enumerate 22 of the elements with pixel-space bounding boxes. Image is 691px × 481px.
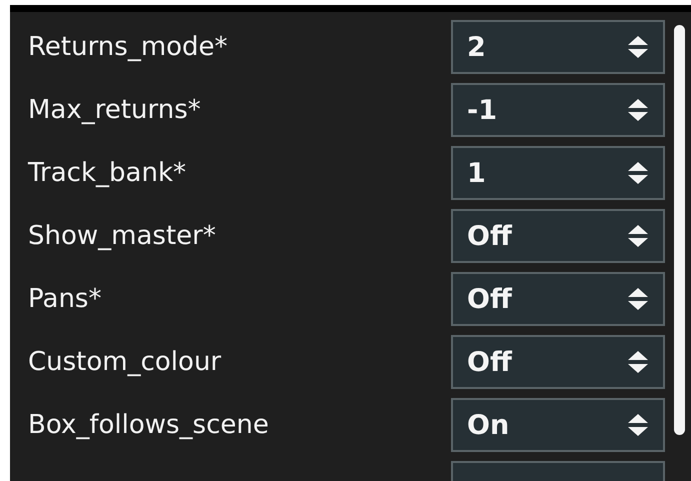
setting-label: Max_returns* <box>27 95 202 125</box>
up-down-arrows-icon <box>627 160 649 186</box>
dropdown-field[interactable]: 2 <box>451 20 665 74</box>
dropdown-field[interactable]: On <box>451 398 665 452</box>
up-down-arrows-icon <box>627 349 649 375</box>
up-down-arrows-icon <box>627 412 649 438</box>
dropdown-field[interactable]: 1 <box>451 146 665 200</box>
scrollbar-thumb[interactable] <box>674 25 685 435</box>
dropdown-field[interactable]: Off <box>451 209 665 263</box>
dropdown-field[interactable]: Off <box>451 272 665 326</box>
setting-label: Track_bank* <box>26 158 188 188</box>
setting-label: Pans* <box>27 284 102 314</box>
dropdown-field[interactable]: Off <box>451 335 665 389</box>
up-down-arrows-icon <box>627 223 649 249</box>
setting-label: Show_master* <box>27 221 217 251</box>
setting-label: Custom_colour <box>27 347 222 377</box>
up-down-arrows-icon <box>627 34 649 60</box>
up-down-arrows-icon <box>627 286 649 312</box>
up-down-arrows-icon <box>627 97 649 123</box>
setting-label: Returns_mode* <box>27 32 229 62</box>
setting-label: Box_follows_scene <box>27 410 270 440</box>
dropdown-field[interactable]: -1 <box>451 83 665 137</box>
